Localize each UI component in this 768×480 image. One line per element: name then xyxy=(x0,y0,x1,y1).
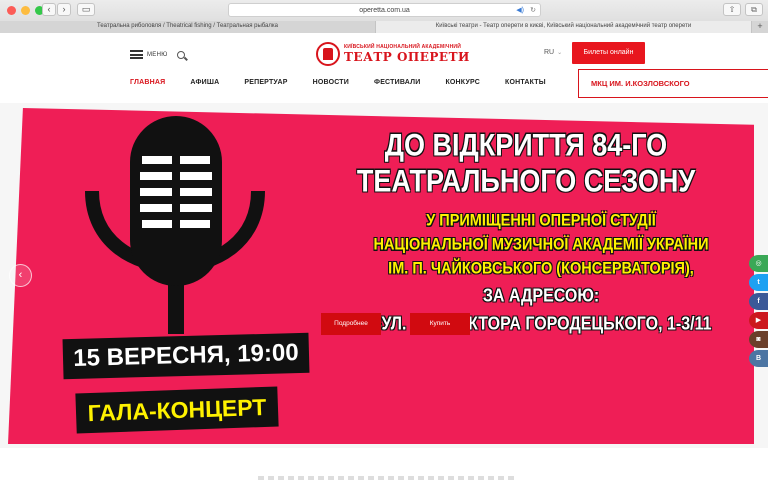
event-title: ГАЛА-КОНЦЕРТ xyxy=(75,386,279,434)
tripadvisor-icon[interactable]: ◎ xyxy=(749,255,768,272)
forward-button[interactable]: › xyxy=(57,3,71,16)
tab-label: Київські театри - Театр оперети в києві,… xyxy=(435,23,692,29)
nav-home[interactable]: ГЛАВНАЯ xyxy=(130,79,165,86)
poster-headline-2: ТЕАТРАЛЬНОГО СЕЗОНУ xyxy=(356,163,696,199)
event-poster: ДО ВІДКРИТТЯ 84-ГО ТЕАТРАЛЬНОГО СЕЗОНУ У… xyxy=(8,108,754,444)
main-navigation: ГЛАВНАЯ АФИША РЕПЕРТУАР НОВОСТИ ФЕСТИВАЛ… xyxy=(130,69,571,95)
site-logo[interactable]: КИЇВСЬКИЙ НАЦІОНАЛЬНИЙ АКАДЕМІЧНИЙ ТЕАТР… xyxy=(316,42,470,66)
youtube-icon[interactable]: ▶ xyxy=(749,312,768,329)
mkc-kozlovsky-link[interactable]: МКЦ ИМ. И.КОЗЛОВСКОГО xyxy=(578,69,768,98)
window-controls xyxy=(7,6,44,15)
sidebar-icon[interactable]: ▭ xyxy=(77,3,95,16)
chevron-down-icon: ⌄ xyxy=(557,50,563,56)
tabs-overview-button[interactable]: ⧉ xyxy=(745,3,763,16)
language-selector[interactable]: RU ⌄ xyxy=(544,49,562,56)
vk-icon[interactable]: В xyxy=(749,350,768,367)
page-content-below xyxy=(0,448,768,480)
nav-afisha[interactable]: АФИША xyxy=(190,79,219,86)
browser-toolbar: ‹ › ▭ operetta.com.ua ◀) ↻ ⇧ ⧉ Театральн… xyxy=(0,0,768,33)
poster-venue-1: У ПРИМІЩЕННІ ОПЕРНОЇ СТУДІЇ xyxy=(426,211,656,231)
tab-theatrical-fishing[interactable]: Театральна риболовля / Theatrical fishin… xyxy=(0,21,376,33)
poster-venue-2: НАЦІОНАЛЬНОЇ МУЗИЧНОЇ АКАДЕМІЇ УКРАЇНИ xyxy=(373,235,709,255)
address-bar[interactable]: operetta.com.ua ◀) ↻ xyxy=(228,3,541,17)
audio-icon[interactable]: ◀) xyxy=(516,4,524,17)
language-label: RU xyxy=(544,49,555,56)
menu-label: МЕНЮ xyxy=(147,51,168,58)
logo-title: ТЕАТР ОПЕРЕТИ xyxy=(344,50,470,64)
instagram-icon[interactable]: ◙ xyxy=(749,331,768,348)
nav-festivals[interactable]: ФЕСТИВАЛИ xyxy=(374,79,420,86)
tab-bar: Театральна риболовля / Theatrical fishin… xyxy=(0,21,768,33)
slider-prev-icon[interactable]: ‹ xyxy=(9,264,32,287)
poster-address-label: ЗА АДРЕСОЮ: xyxy=(482,286,600,307)
poster-address: ВУЛ. АРХІТЕКТОРА ГОРОДЕЦЬКОГО, 1-3/11 xyxy=(370,314,712,335)
back-button[interactable]: ‹ xyxy=(42,3,56,16)
tab-operetta[interactable]: Київські театри - Театр оперети в києві,… xyxy=(376,21,752,33)
details-button[interactable]: Подробнее xyxy=(321,313,381,335)
tickets-online-button[interactable]: Билеты онлайн xyxy=(572,42,645,64)
reload-icon[interactable]: ↻ xyxy=(530,4,536,17)
url-text: operetta.com.ua xyxy=(359,7,410,14)
twitter-icon[interactable]: t xyxy=(749,274,768,291)
nav-contacts[interactable]: КОНТАКТЫ xyxy=(505,79,546,86)
nav-repertoire[interactable]: РЕПЕРТУАР xyxy=(244,79,287,86)
theatre-logo-icon xyxy=(316,42,340,66)
tab-label: Театральна риболовля / Theatrical fishin… xyxy=(97,23,278,29)
nav-contest[interactable]: КОНКУРС xyxy=(445,79,480,86)
minimize-window-button[interactable] xyxy=(21,6,30,15)
share-button[interactable]: ⇧ xyxy=(723,3,741,16)
section-heading-peek xyxy=(258,476,518,480)
close-window-button[interactable] xyxy=(7,6,16,15)
new-tab-button[interactable]: + xyxy=(752,21,768,33)
hamburger-icon xyxy=(130,50,143,59)
buy-button[interactable]: Купить xyxy=(410,313,470,335)
social-links: ◎ t f ▶ ◙ В xyxy=(749,255,768,367)
site-header: МЕНЮ КИЇВСЬКИЙ НАЦІОНАЛЬНИЙ АКАДЕМІЧНИЙ … xyxy=(0,33,768,103)
event-date: 15 ВЕРЕСНЯ, 19:00 xyxy=(62,332,310,380)
facebook-icon[interactable]: f xyxy=(749,293,768,310)
search-icon[interactable] xyxy=(177,51,185,59)
poster-venue-3: ІМ. П. ЧАЙКОВСЬКОГО (КОНСЕРВАТОРІЯ), xyxy=(388,259,694,279)
menu-button[interactable]: МЕНЮ xyxy=(130,50,168,59)
nav-news[interactable]: НОВОСТИ xyxy=(313,79,349,86)
poster-headline-1: ДО ВІДКРИТТЯ 84-ГО xyxy=(384,127,668,163)
